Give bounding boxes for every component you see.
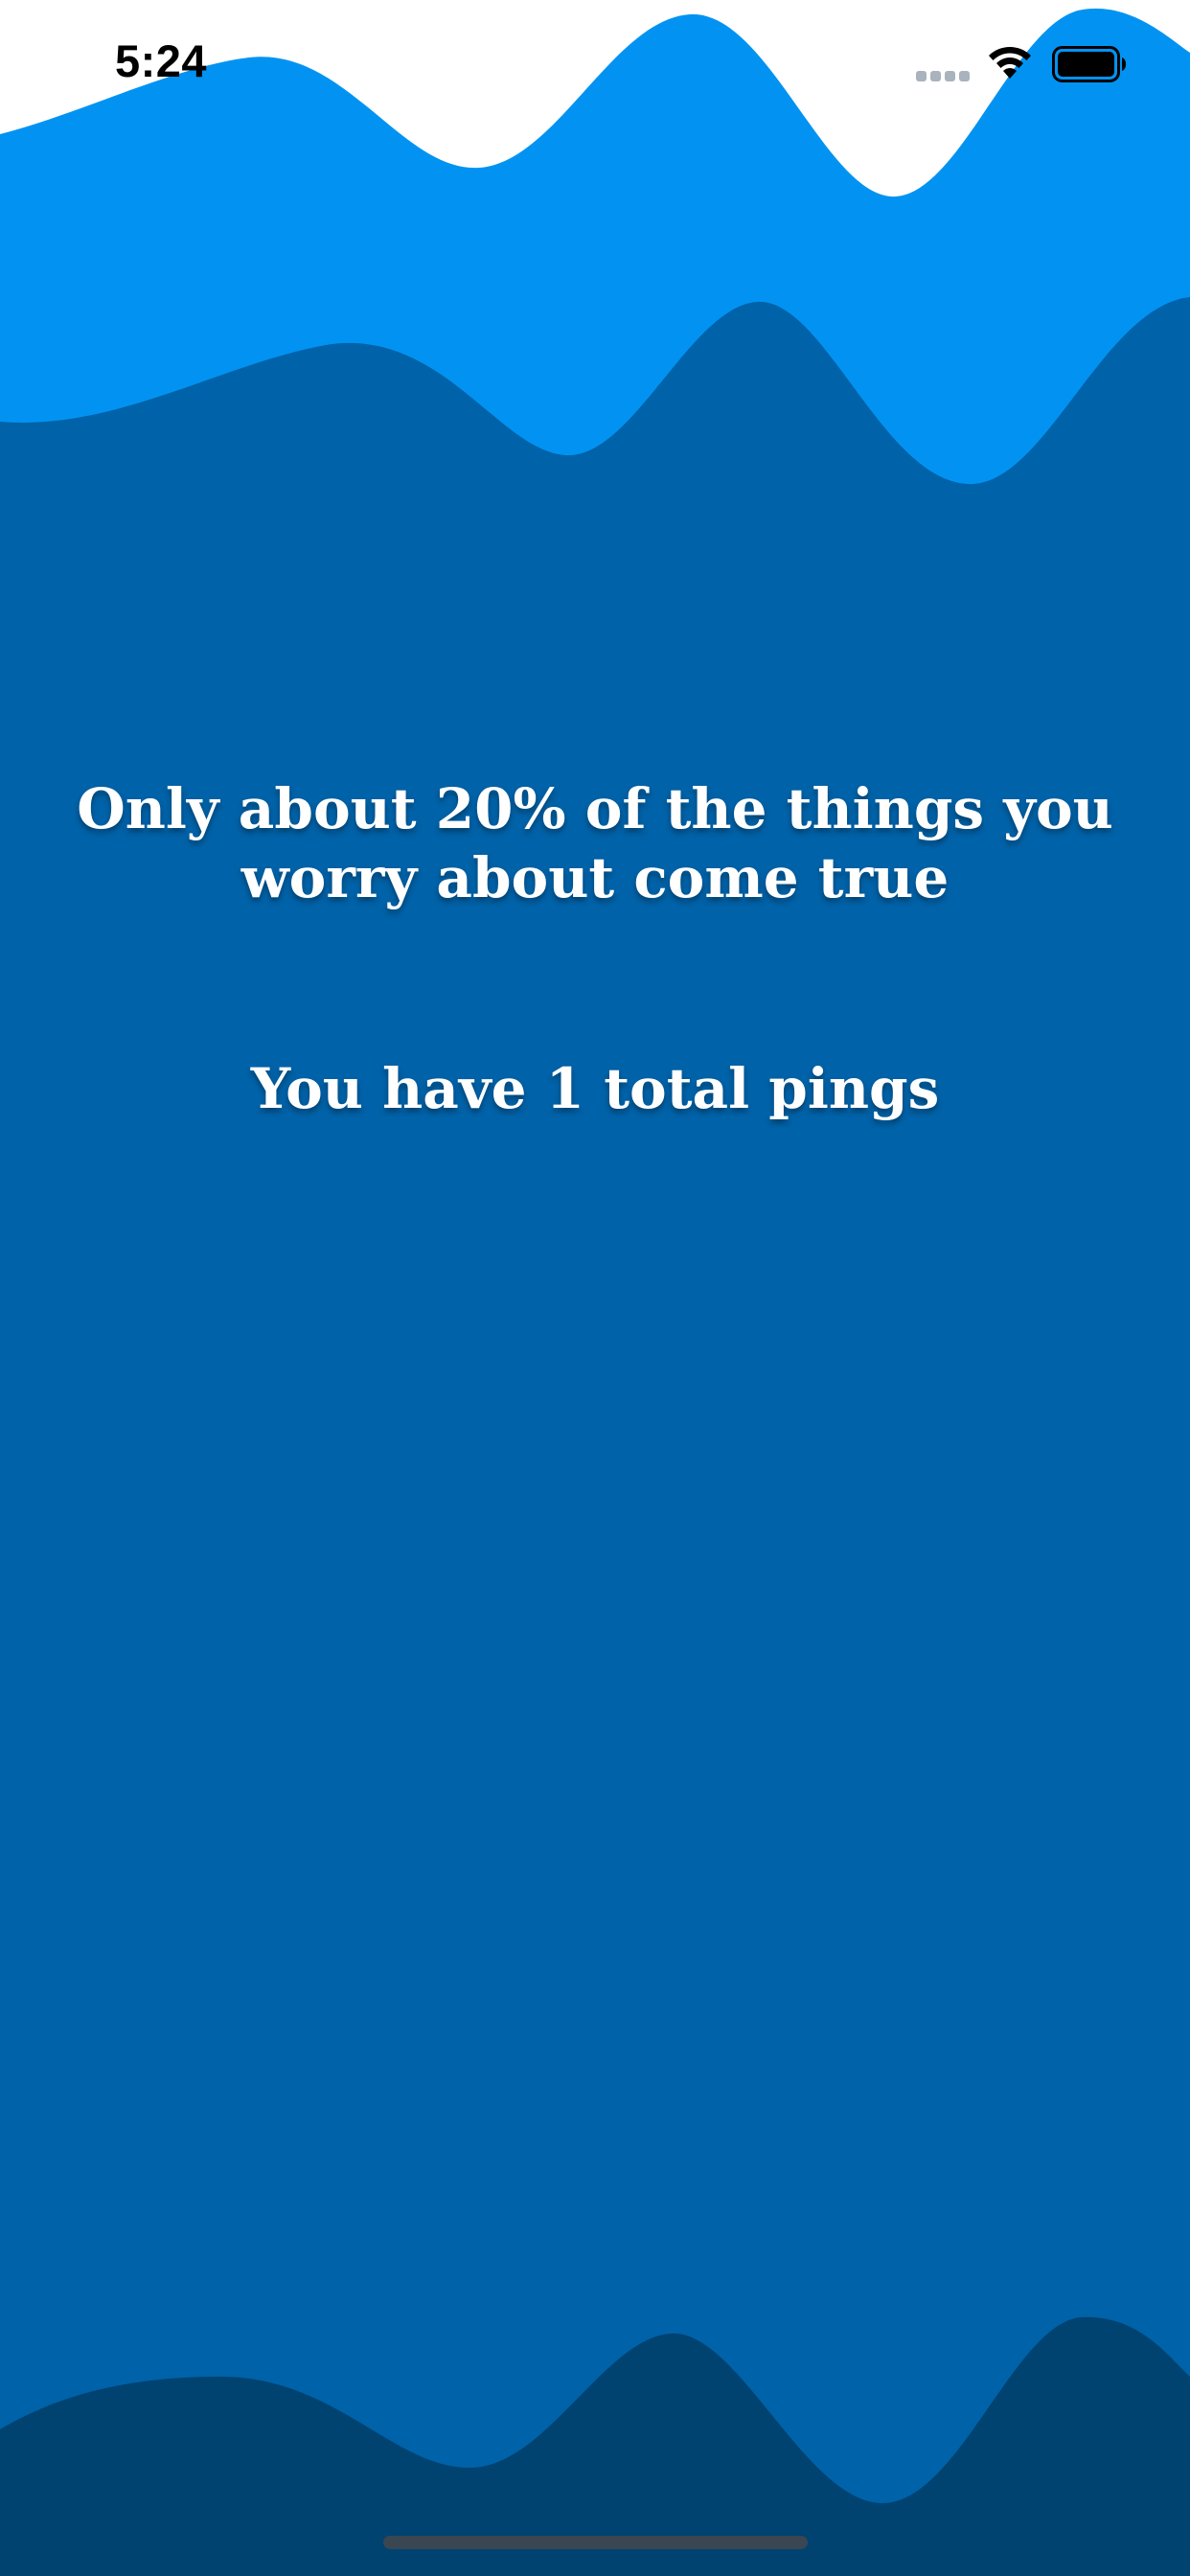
signal-icon <box>916 71 972 82</box>
home-indicator[interactable] <box>383 2536 808 2549</box>
wave-background <box>0 0 1190 2576</box>
main-blue-wave <box>0 297 1190 2576</box>
wifi-icon <box>989 47 1031 79</box>
ping-count-text: You have 1 total pings <box>250 1056 940 1121</box>
battery-icon <box>1052 46 1126 82</box>
app-screen: 5:24 Only about 20% of the things you wo… <box>0 0 1190 2576</box>
status-time: 5:24 <box>115 35 208 86</box>
status-bar: 5:24 <box>0 0 1190 134</box>
worry-quote: Only about 20% of the things you worry a… <box>77 776 1113 910</box>
